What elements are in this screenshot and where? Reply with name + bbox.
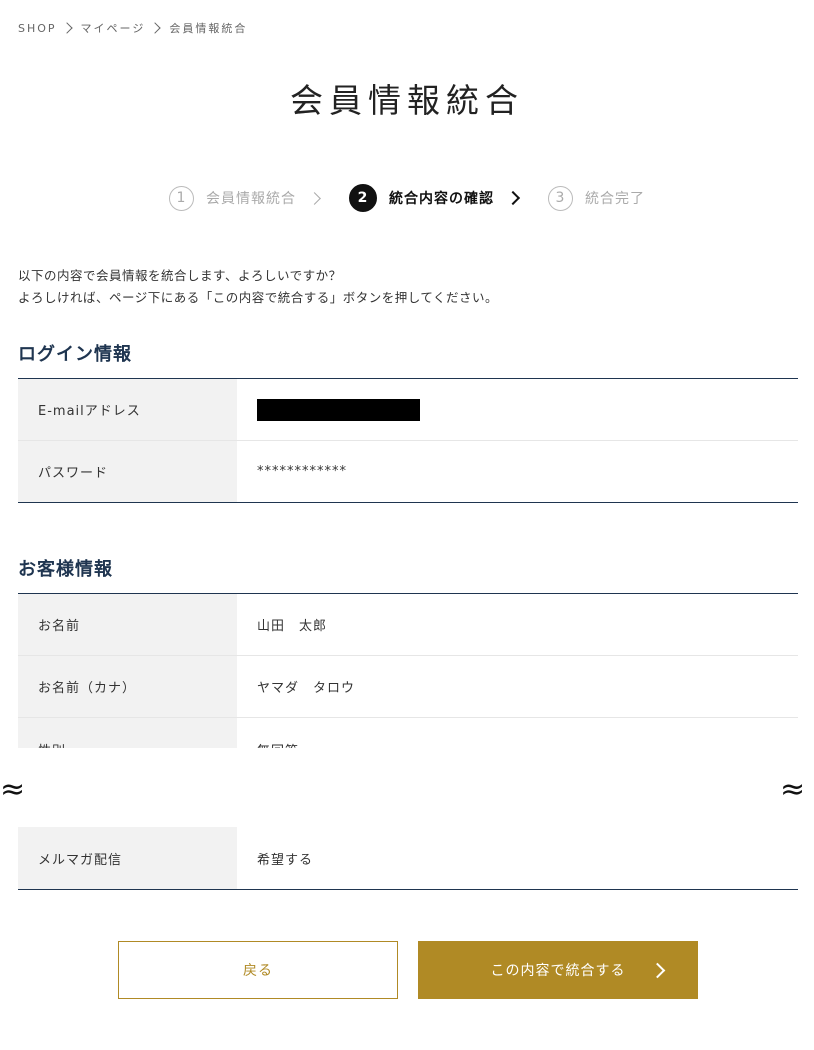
page-title: 会員情報統合 (290, 81, 524, 120)
step-1-number: 1 (169, 185, 194, 211)
gender-label: 性別 (18, 718, 237, 748)
redacted-email (257, 398, 420, 421)
step-1: 1 会員情報統合 (169, 185, 296, 211)
customer-info-heading: お客様情報 (18, 559, 113, 580)
newsletter-value: 希望する (257, 852, 314, 868)
email-value (237, 378, 798, 441)
back-button-label: 戻る (243, 963, 273, 979)
chevron-right-icon (505, 190, 521, 206)
omission-mark-left: ≈ (0, 772, 26, 807)
name-value: 山田 太郎 (237, 593, 798, 656)
newsletter-label: メルマガ配信 (18, 827, 237, 890)
back-button[interactable]: 戻る (118, 941, 398, 999)
customer-info-table: お名前 山田 太郎 お名前（カナ） ヤマダ タロウ (18, 593, 798, 717)
step-3: 3 統合完了 (548, 185, 645, 211)
gender-value: 無回答 (237, 718, 299, 748)
breadcrumb: SHOP マイページ 会員情報統合 (18, 20, 247, 36)
step-1-label: 会員情報統合 (206, 191, 296, 207)
password-value: ************ (257, 464, 347, 479)
intro-line-1: 以下の内容で会員情報を統合します、よろしいですか？ (18, 268, 342, 283)
truncated-row-wrap: 性別 無回答 (18, 717, 798, 748)
step-2: 2 統合内容の確認 (349, 184, 494, 212)
name-kana-value: ヤマダ タロウ (257, 681, 356, 696)
breadcrumb-mypage[interactable]: マイページ (81, 20, 146, 36)
chevron-right-icon (60, 22, 73, 34)
table-row: E-mailアドレス (18, 378, 798, 441)
chevron-right-icon (308, 191, 321, 205)
email-label: E-mailアドレス (18, 378, 237, 441)
step-3-label: 統合完了 (585, 191, 645, 207)
merge-submit-button-label: この内容で統合する (490, 963, 626, 979)
login-info-table: E-mailアドレス パスワード ************ (18, 378, 798, 503)
step-2-label: 統合内容の確認 (389, 191, 494, 207)
password-label: パスワード (18, 440, 237, 503)
name-label: お名前 (18, 593, 237, 656)
merge-submit-button[interactable]: この内容で統合する (418, 941, 698, 999)
breadcrumb-current: 会員情報統合 (169, 22, 248, 35)
omission-mark-right: ≈ (780, 772, 806, 807)
table-row: メルマガ配信 希望する (18, 827, 798, 890)
step-3-number: 3 (548, 185, 573, 211)
progress-steps: 1 会員情報統合 2 統合内容の確認 3 統合完了 (0, 184, 814, 212)
step-2-number: 2 (349, 184, 377, 212)
table-row: パスワード ************ (18, 440, 798, 503)
intro-text: 以下の内容で会員情報を統合します、よろしいですか？ よろしければ、ページ下にある… (18, 265, 498, 309)
table-row: 性別 無回答 (18, 717, 798, 748)
chevron-right-icon (149, 22, 161, 34)
table-row: お名前 山田 太郎 (18, 593, 798, 656)
intro-line-2: よろしければ、ページ下にある「この内容で統合する」ボタンを押してください。 (18, 290, 499, 305)
customer-info-table-end: メルマガ配信 希望する (18, 827, 798, 890)
chevron-right-icon (649, 962, 666, 979)
table-row: お名前（カナ） ヤマダ タロウ (18, 655, 798, 717)
login-info-heading: ログイン情報 (18, 344, 132, 365)
breadcrumb-shop[interactable]: SHOP (18, 22, 57, 35)
name-kana-label: お名前（カナ） (18, 655, 237, 717)
